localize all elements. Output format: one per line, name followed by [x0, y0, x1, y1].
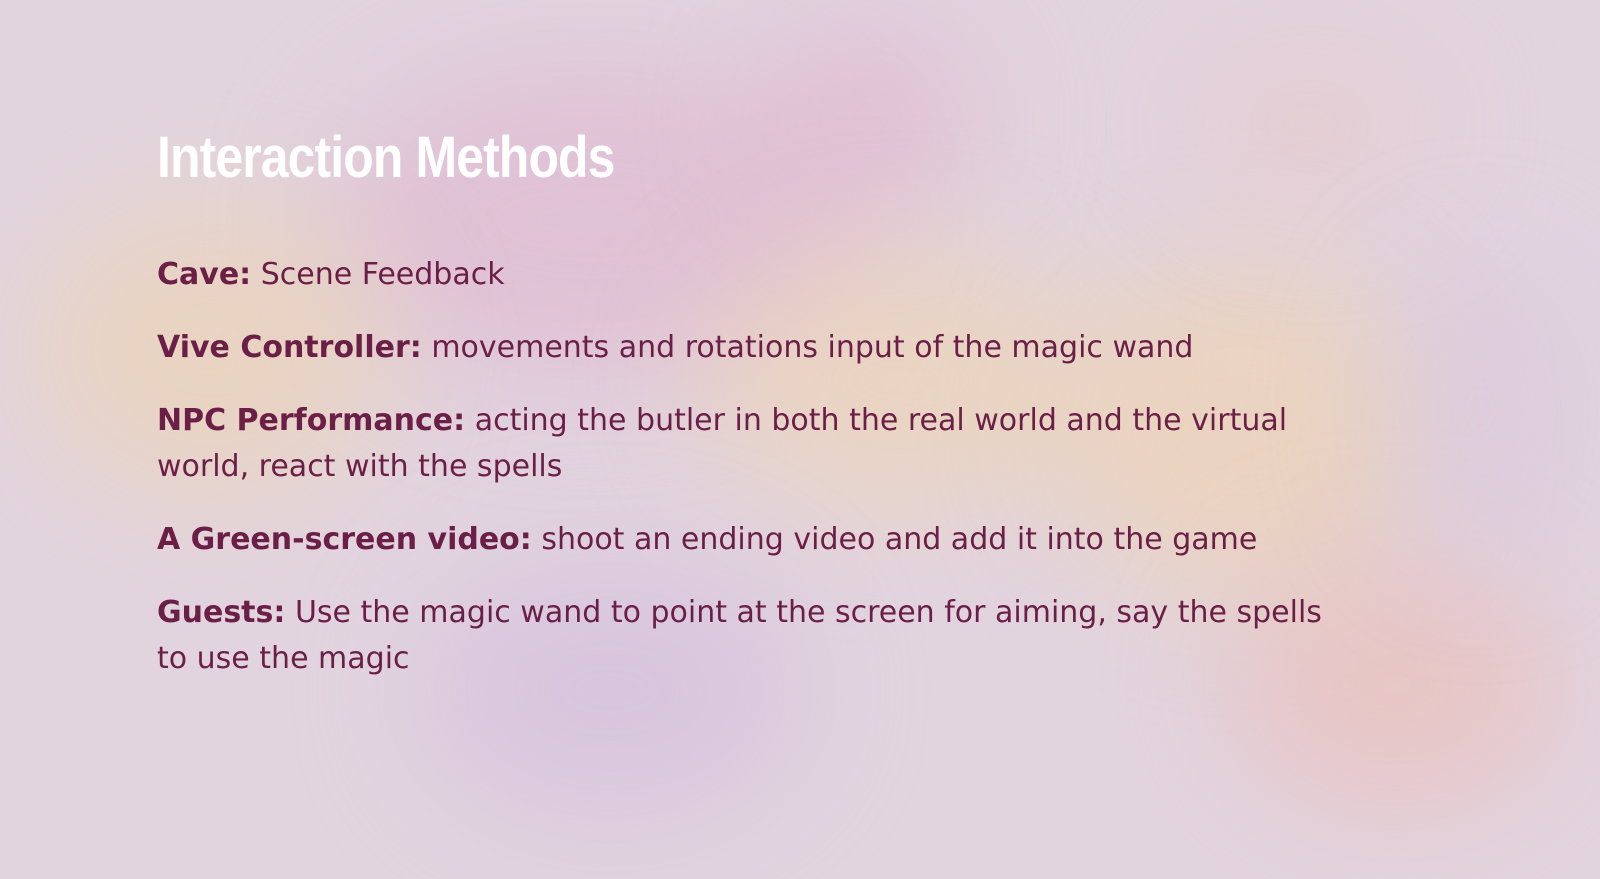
item-label: A Green-screen video: — [157, 522, 532, 557]
item-label: Cave: — [157, 257, 252, 292]
list-item: Vive Controller: movements and rotations… — [157, 325, 1357, 371]
item-label: NPC Performance: — [157, 403, 466, 438]
item-text: shoot an ending video and add it into th… — [541, 522, 1258, 557]
slide-title: Interaction Methods — [157, 125, 615, 190]
item-label: Vive Controller: — [157, 330, 422, 365]
item-text: Scene Feedback — [260, 257, 505, 292]
item-label: Guests: — [157, 595, 286, 630]
list-item: A Green-screen video: shoot an ending vi… — [157, 517, 1357, 563]
slide: Interaction Methods Cave: Scene Feedback… — [0, 0, 1600, 879]
list-item: Guests: Use the magic wand to point at t… — [157, 590, 1357, 682]
item-text: Use the magic wand to point at the scree… — [157, 595, 1322, 676]
item-text: movements and rotations input of the mag… — [431, 330, 1194, 365]
list-item: Cave: Scene Feedback — [157, 252, 1357, 298]
list-item: NPC Performance: acting the butler in bo… — [157, 398, 1357, 490]
bullet-list: Cave: Scene Feedback Vive Controller: mo… — [157, 252, 1357, 709]
